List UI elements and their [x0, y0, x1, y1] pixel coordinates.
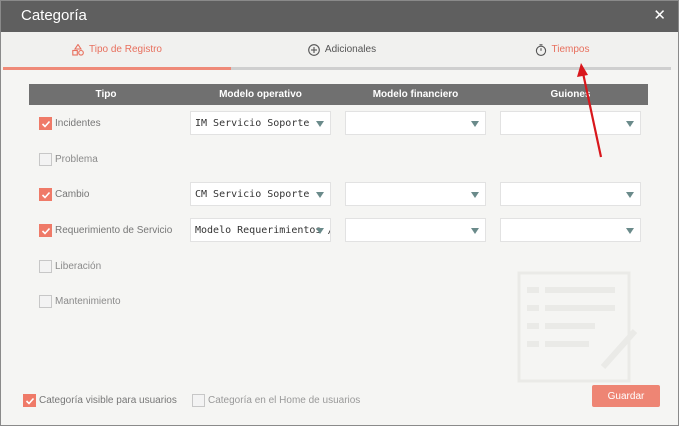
chevron-down-icon	[316, 121, 324, 127]
row-label: Liberación	[55, 261, 102, 272]
home-users-checkbox[interactable]	[192, 394, 205, 407]
modelo-financiero-select[interactable]	[345, 218, 486, 242]
visible-users-label: Categoría visible para usuarios	[39, 395, 177, 406]
modelo-operativo-select[interactable]: Modelo Requerimientos / G	[190, 218, 331, 242]
table-row[interactable]: Incidentes	[39, 117, 101, 130]
annotation-arrow-icon	[577, 63, 603, 158]
row-label: Problema	[55, 154, 98, 165]
tab-tiempos[interactable]: Tiempos	[453, 32, 671, 70]
chevron-down-icon	[626, 121, 634, 127]
modelo-financiero-select[interactable]	[345, 111, 486, 135]
incidentes-checkbox[interactable]	[39, 117, 52, 130]
dialog-titlebar: Categoría ✕	[1, 1, 678, 32]
check-icon	[41, 227, 50, 235]
categoria-dialog: Categoría ✕ Tipo de Registro Adicionales	[0, 0, 679, 426]
guiones-select[interactable]	[500, 182, 641, 206]
modelo-operativo-select[interactable]: CM Servicio Soporte	[190, 182, 331, 206]
mantenimiento-checkbox[interactable]	[39, 295, 52, 308]
row-label: Incidentes	[55, 118, 101, 129]
select-value: IM Servicio Soporte	[195, 118, 310, 129]
modelo-operativo-select[interactable]: IM Servicio Soporte	[190, 111, 331, 135]
shapes-icon	[72, 43, 84, 56]
form-watermark-icon	[517, 271, 638, 383]
guiones-select[interactable]	[500, 218, 641, 242]
row-label: Cambio	[55, 189, 90, 200]
dialog-title: Categoría	[21, 7, 87, 24]
visible-users-checkbox[interactable]	[23, 394, 36, 407]
table-row[interactable]: Requerimiento de Servicio	[39, 224, 172, 237]
column-header-modelo-operativo: Modelo operativo	[219, 89, 302, 100]
stopwatch-icon	[535, 43, 546, 56]
check-icon	[41, 120, 50, 128]
modelo-financiero-select[interactable]	[345, 182, 486, 206]
liberacion-checkbox[interactable]	[39, 260, 52, 273]
chevron-down-icon	[471, 228, 479, 234]
tab-label: Adicionales	[324, 44, 377, 55]
tab-adicionales[interactable]: Adicionales	[231, 32, 453, 70]
select-value: Modelo Requerimientos / G	[195, 225, 331, 236]
chevron-down-icon	[316, 228, 324, 234]
table-row[interactable]: Mantenimiento	[39, 295, 121, 308]
close-icon[interactable]: ✕	[653, 6, 666, 24]
requerimiento-checkbox[interactable]	[39, 224, 52, 237]
guardar-button[interactable]: Guardar	[592, 385, 660, 407]
tab-label: Tipo de Registro	[89, 44, 162, 55]
plus-circle-icon	[308, 43, 320, 56]
problema-checkbox[interactable]	[39, 153, 52, 166]
table-row[interactable]: Cambio	[39, 188, 89, 201]
chevron-down-icon	[316, 192, 324, 198]
chevron-down-icon	[626, 228, 634, 234]
column-header-modelo-financiero: Modelo financiero	[372, 89, 459, 100]
row-label: Requerimiento de Servicio	[55, 225, 173, 236]
table-header: Tipo Modelo operativo Modelo financiero …	[29, 84, 648, 105]
row-label: Mantenimiento	[55, 296, 121, 307]
check-icon	[25, 397, 34, 405]
visible-users-option[interactable]: Categoría visible para usuarios	[23, 394, 177, 407]
chevron-down-icon	[471, 121, 479, 127]
column-header-tipo: Tipo	[95, 89, 117, 100]
table-row[interactable]: Liberación	[39, 260, 101, 273]
cambio-checkbox[interactable]	[39, 188, 52, 201]
home-users-option[interactable]: Categoría en el Home de usuarios	[192, 394, 360, 407]
home-users-label: Categoría en el Home de usuarios	[208, 395, 361, 406]
chevron-down-icon	[626, 192, 634, 198]
tab-label: Tiempos	[551, 44, 590, 55]
check-icon	[41, 191, 50, 199]
tab-tipo-de-registro[interactable]: Tipo de Registro	[3, 32, 231, 70]
select-value: CM Servicio Soporte	[195, 189, 310, 200]
table-row[interactable]: Problema	[39, 153, 98, 166]
chevron-down-icon	[471, 192, 479, 198]
